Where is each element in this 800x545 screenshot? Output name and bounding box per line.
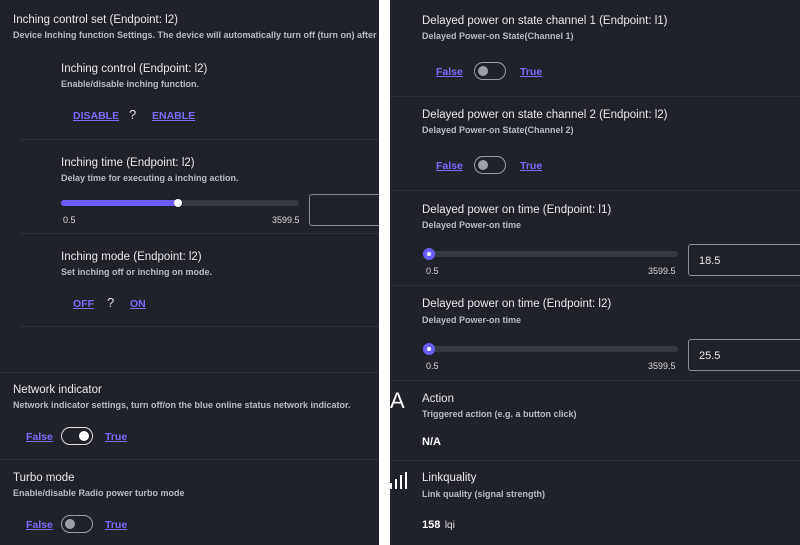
inching-control-description: Enable/disable inching function.	[61, 79, 200, 89]
linkquality-value: 158	[422, 519, 441, 531]
delayed-time-2-input[interactable]: 25.5	[688, 339, 800, 371]
delayed-state-2-title: Delayed power on state channel 2 (Endpoi…	[422, 109, 668, 121]
divider	[390, 285, 800, 286]
delayed-time-2-max-label: 3599.5	[648, 361, 676, 371]
turbo-mode-description: Enable/disable Radio power turbo mode	[13, 488, 185, 498]
delayed-state-2-toggle[interactable]	[474, 156, 506, 174]
inching-mode-on-button[interactable]: ON	[130, 298, 146, 310]
turbo-mode-toggle[interactable]	[61, 515, 93, 533]
linkquality-description: Link quality (signal strength)	[422, 489, 546, 499]
toggle-knob	[478, 65, 488, 76]
toggle-knob	[79, 430, 89, 441]
inching-time-slider[interactable]	[61, 199, 299, 207]
inching-time-slider-thumb[interactable]	[174, 199, 182, 207]
inching-time-title: Inching time (Endpoint: l2)	[61, 157, 195, 169]
delayed-time-1-min-label: 0.5	[426, 266, 439, 276]
delayed-time-1-slider[interactable]	[423, 248, 678, 260]
divider	[390, 380, 800, 381]
inching-time-slider-fill	[61, 200, 180, 206]
delayed-time-1-title: Delayed power on time (Endpoint: l1)	[422, 204, 612, 216]
delayed-state-2-false-label[interactable]: False	[436, 160, 463, 172]
inching-control-state: ?	[129, 107, 137, 122]
toggle-knob	[478, 159, 488, 170]
toggle-knob	[65, 518, 75, 529]
right-settings-panel: Delayed power on state channel 1 (Endpoi…	[390, 0, 800, 545]
delayed-time-2-slider[interactable]	[423, 343, 678, 355]
delayed-state-1-toggle[interactable]	[474, 62, 506, 80]
divider	[390, 460, 800, 461]
delayed-state-1-false-label[interactable]: False	[436, 66, 463, 78]
network-indicator-false-label[interactable]: False	[26, 431, 53, 443]
inching-enable-button[interactable]: ENABLE	[152, 110, 195, 122]
inching-time-input[interactable]	[309, 194, 379, 226]
inching-time-max-label: 3599.5	[272, 215, 300, 225]
turbo-mode-true-label[interactable]: True	[105, 519, 127, 531]
network-indicator-title: Network indicator	[13, 384, 102, 396]
divider	[20, 233, 379, 234]
delayed-state-1-true-label[interactable]: True	[520, 66, 542, 78]
inching-mode-title: Inching mode (Endpoint: l2)	[61, 251, 202, 263]
inching-disable-button[interactable]: DISABLE	[73, 110, 119, 122]
delayed-time-1-max-label: 3599.5	[648, 266, 676, 276]
signal-strength-icon	[390, 472, 407, 489]
action-value: N/A	[422, 436, 441, 448]
action-icon: A	[390, 388, 405, 413]
linkquality-readout: 158 lqi	[422, 515, 455, 533]
inching-set-description: Device Inching function Settings. The de…	[13, 30, 379, 40]
divider	[390, 190, 800, 191]
delayed-time-1-description: Delayed Power-on time	[422, 220, 522, 230]
network-indicator-description: Network indicator settings, turn off/on …	[13, 400, 351, 410]
delayed-time-1-slider-thumb[interactable]	[423, 248, 435, 260]
divider	[0, 372, 379, 373]
delayed-time-2-title: Delayed power on time (Endpoint: l2)	[422, 298, 612, 310]
delayed-state-2-description: Delayed Power-on State(Channel 2)	[422, 125, 574, 135]
inching-time-description: Delay time for executing a inching actio…	[61, 173, 239, 183]
delayed-state-2-true-label[interactable]: True	[520, 160, 542, 172]
linkquality-title: Linkquality	[422, 472, 477, 484]
network-indicator-toggle[interactable]	[61, 427, 93, 445]
linkquality-unit: lqi	[444, 520, 455, 531]
delayed-state-1-title: Delayed power on state channel 1 (Endpoi…	[422, 15, 668, 27]
network-indicator-true-label[interactable]: True	[105, 431, 127, 443]
delayed-time-2-description: Delayed Power-on time	[422, 315, 522, 325]
delayed-time-2-slider-thumb[interactable]	[423, 343, 435, 355]
left-settings-panel: Inching control set (Endpoint: l2) Devic…	[0, 0, 379, 545]
action-title: Action	[422, 393, 454, 405]
turbo-mode-title: Turbo mode	[13, 472, 75, 484]
inching-mode-state: ?	[107, 295, 115, 310]
inching-mode-description: Set inching off or inching on mode.	[61, 267, 212, 277]
inching-mode-off-button[interactable]: OFF	[73, 298, 94, 310]
inching-time-min-label: 0.5	[63, 215, 76, 225]
turbo-mode-false-label[interactable]: False	[26, 519, 53, 531]
delayed-time-2-min-label: 0.5	[426, 361, 439, 371]
action-description: Triggered action (e.g. a button click)	[422, 409, 577, 419]
divider	[0, 459, 379, 460]
divider	[390, 96, 800, 97]
inching-control-title: Inching control (Endpoint: l2)	[61, 63, 208, 75]
delayed-state-1-description: Delayed Power-on State(Channel 1)	[422, 31, 574, 41]
delayed-time-1-input[interactable]: 18.5	[688, 244, 800, 276]
divider	[20, 326, 379, 327]
inching-set-title: Inching control set (Endpoint: l2)	[13, 14, 178, 26]
divider	[20, 139, 379, 140]
